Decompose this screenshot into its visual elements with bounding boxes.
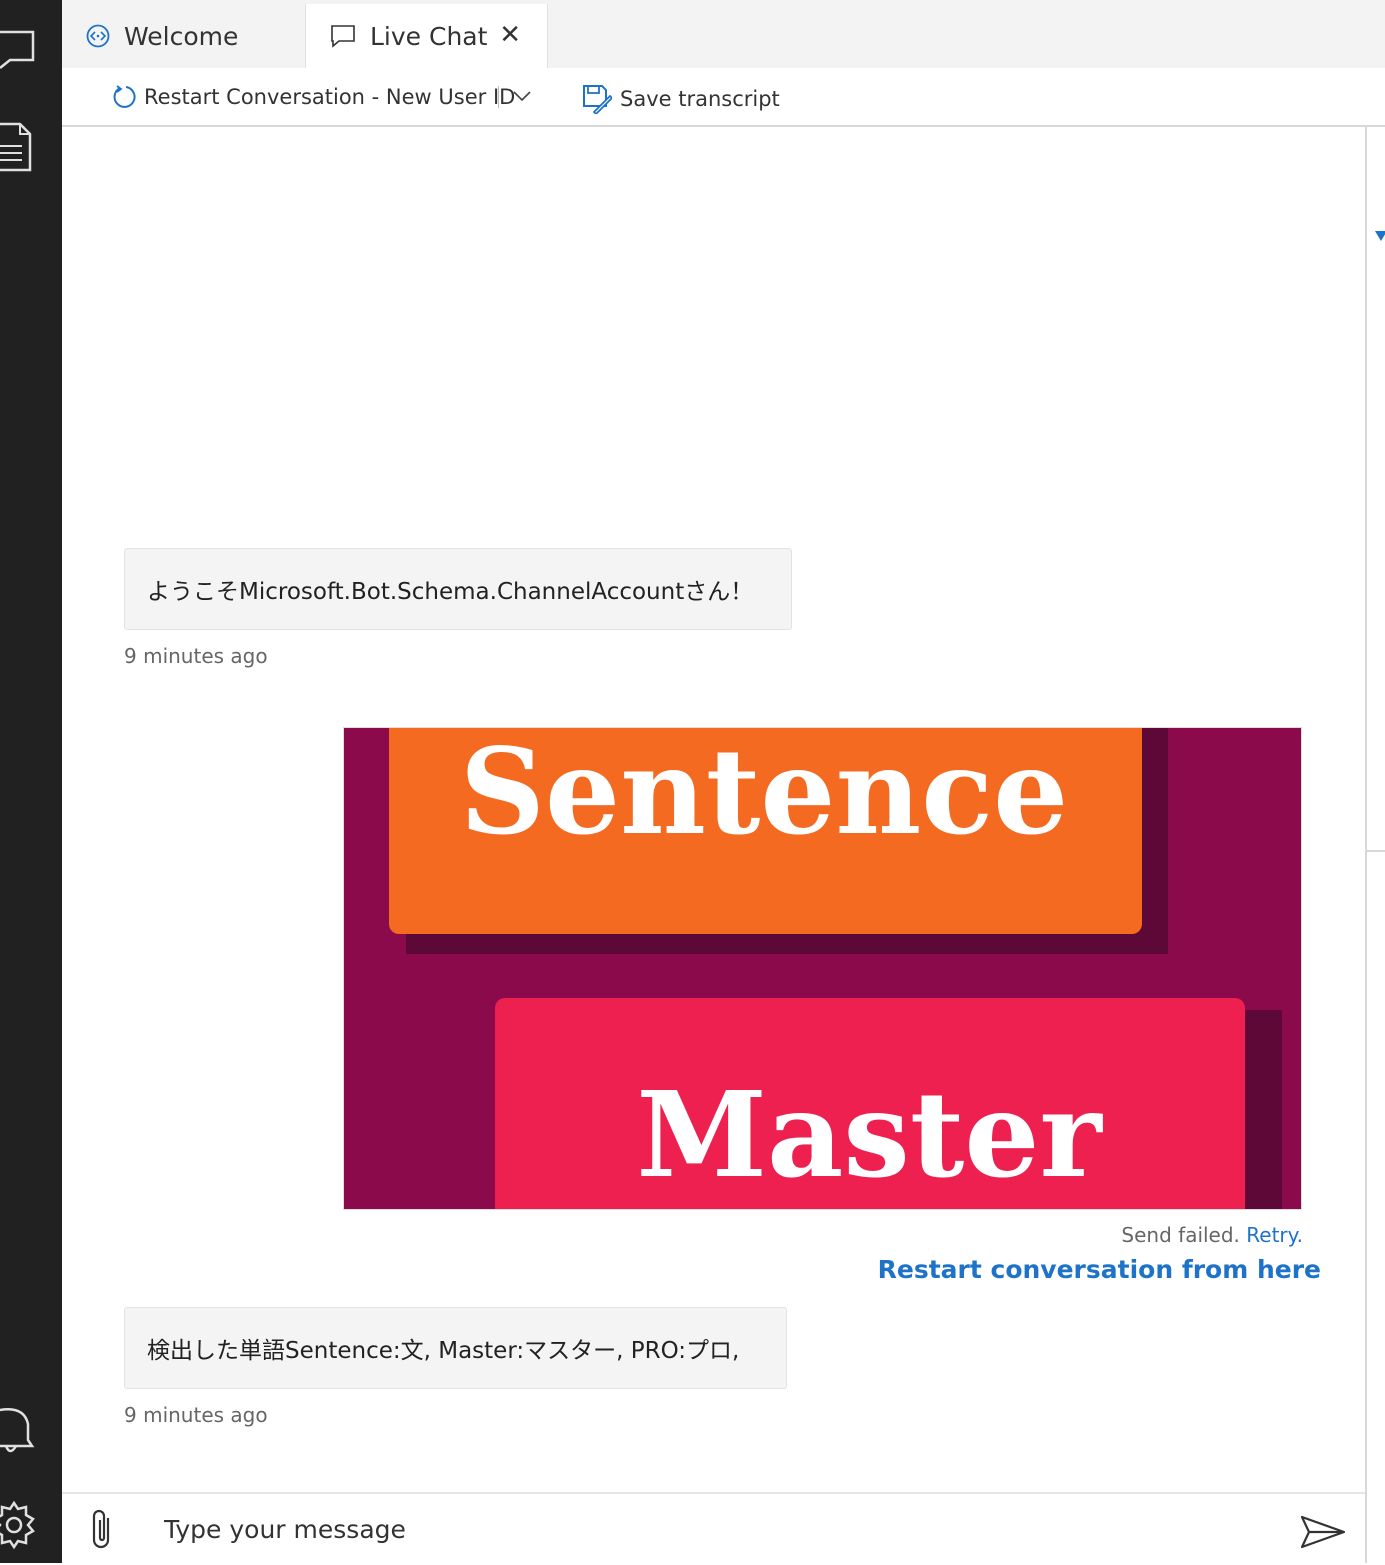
- close-icon[interactable]: ✕: [499, 22, 521, 48]
- image-text-top: Sentence: [460, 728, 1068, 861]
- document-icon[interactable]: [0, 120, 40, 172]
- gear-icon[interactable]: [0, 1495, 40, 1550]
- paperclip-icon[interactable]: [86, 1508, 116, 1556]
- save-icon: [582, 84, 612, 114]
- message-timestamp: 9 minutes ago: [124, 1403, 268, 1427]
- inspector-pane-edge: [1365, 127, 1385, 1563]
- bot-message-text: 検出した単語Sentence:文, Master:マスター, PRO:プロ,: [147, 1338, 740, 1364]
- send-failed-text: Send failed.: [1121, 1223, 1240, 1247]
- restart-from-here-link[interactable]: Restart conversation from here: [878, 1255, 1321, 1284]
- user-image-attachment[interactable]: Sentence Master: [343, 718, 1302, 1228]
- send-status: Send failed. Retry.: [1121, 1223, 1303, 1247]
- chevron-down-icon[interactable]: [512, 88, 532, 107]
- chat-transcript: ようこそMicrosoft.Bot.Schema.ChannelAccountさ…: [62, 127, 1365, 1492]
- activity-bar: [0, 0, 62, 1563]
- tab-live-chat[interactable]: Live Chat ✕: [305, 4, 548, 68]
- bot-message: 検出した単語Sentence:文, Master:マスター, PRO:プロ,: [124, 1307, 787, 1389]
- tab-welcome-label: Welcome: [124, 21, 239, 51]
- retry-link[interactable]: Retry.: [1246, 1223, 1303, 1247]
- bot-icon: [86, 24, 110, 48]
- toolbar-divider: [498, 86, 499, 108]
- image-text-bottom: Master: [636, 1065, 1103, 1204]
- expand-triangle-icon[interactable]: [1375, 231, 1385, 241]
- restart-conversation-button[interactable]: Restart Conversation - New User ID: [112, 84, 515, 110]
- chat-icon[interactable]: [0, 24, 40, 74]
- restart-icon: [112, 84, 138, 110]
- toolbar: Restart Conversation - New User ID Save …: [62, 68, 1385, 127]
- restart-conversation-label: Restart Conversation - New User ID: [144, 85, 516, 109]
- message-input[interactable]: [162, 1504, 1266, 1554]
- bot-message: ようこそMicrosoft.Bot.Schema.ChannelAccountさ…: [124, 548, 792, 630]
- message-composer: [62, 1492, 1365, 1565]
- pane-divider: [1367, 850, 1385, 852]
- bell-icon[interactable]: [0, 1400, 40, 1453]
- tab-strip: Welcome Live Chat ✕: [62, 0, 1385, 68]
- tab-welcome[interactable]: Welcome: [62, 4, 305, 68]
- tab-live-chat-label: Live Chat: [370, 21, 488, 51]
- sentence-master-image: Sentence Master: [344, 718, 1301, 1228]
- save-transcript-label: Save transcript: [620, 87, 780, 111]
- bot-message-text: ようこそMicrosoft.Bot.Schema.ChannelAccountさ…: [147, 579, 754, 605]
- send-icon[interactable]: [1300, 1514, 1346, 1554]
- save-transcript-button[interactable]: Save transcript: [582, 84, 780, 114]
- chat-bubble-icon: [330, 24, 356, 48]
- message-timestamp: 9 minutes ago: [124, 644, 268, 668]
